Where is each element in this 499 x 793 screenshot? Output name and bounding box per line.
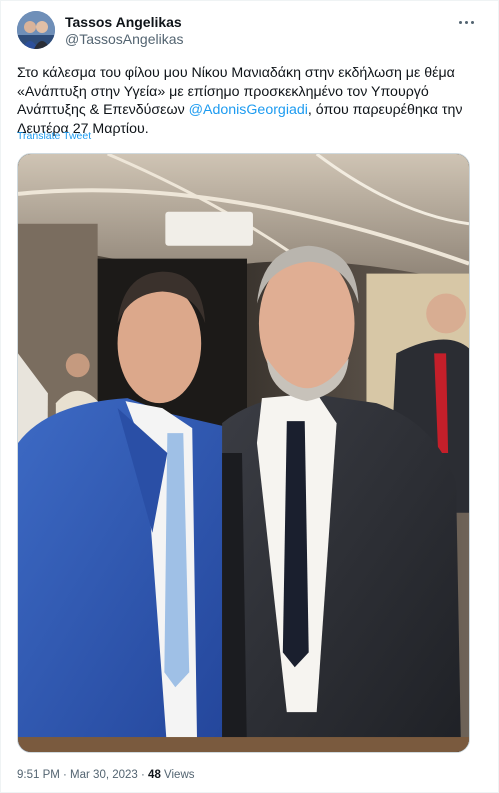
views-count: 48 (148, 769, 161, 781)
views-label: Views (160, 769, 195, 781)
tweet-card: Tassos Angelikas @TassosAngelikas Στο κά… (0, 0, 499, 793)
translate-tweet-link[interactable]: Translate Tweet (17, 130, 91, 142)
avatar[interactable] (17, 11, 55, 49)
tweet-photo[interactable] (17, 153, 470, 753)
photo-image (18, 154, 469, 752)
author-name[interactable]: Tassos Angelikas (65, 14, 182, 30)
author-handle[interactable]: @TassosAngelikas (65, 31, 184, 47)
more-horizontal-icon[interactable] (455, 11, 477, 33)
timestamp[interactable]: 9:51 PM · Mar 30, 2023 · (17, 769, 148, 781)
tweet-text: Στο κάλεσμα του φίλου μου Νίκου Μανιαδάκ… (17, 64, 477, 138)
mention-link[interactable]: @AdonisGeorgiadi (189, 102, 308, 118)
tweet-meta: 9:51 PM · Mar 30, 2023 · 48 Views (17, 769, 195, 781)
